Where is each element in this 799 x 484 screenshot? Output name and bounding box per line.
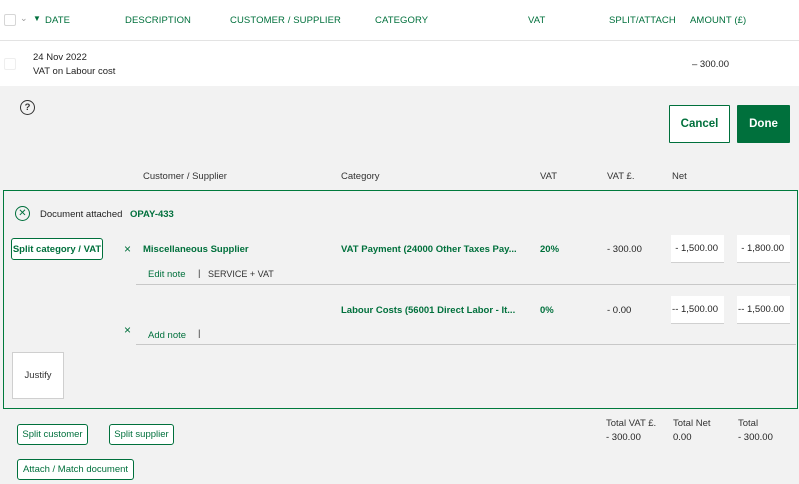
help-icon-glyph: ? — [24, 102, 31, 113]
split-category-vat-button[interactable]: Split category / VAT — [11, 238, 103, 260]
document-ref-link[interactable]: OPAY-433 — [130, 209, 174, 220]
line-1-divider — [136, 284, 796, 285]
line-2-vat-amount: - 0.00 — [607, 305, 632, 316]
transaction-date: 24 Nov 2022 — [33, 52, 87, 63]
column-header-split-attach[interactable]: SPLIT/ATTACH — [609, 15, 676, 26]
column-header-description[interactable]: DESCRIPTION — [125, 15, 191, 26]
split-supplier-button[interactable]: Split supplier — [109, 424, 174, 445]
line-2-divider — [136, 344, 796, 345]
line-2-category[interactable]: Labour Costs (56001 Direct Labor - It... — [341, 305, 515, 316]
split-header-category: Category — [341, 171, 380, 182]
attach-match-document-button[interactable]: Attach / Match document — [17, 459, 134, 480]
transaction-description: VAT on Labour cost — [33, 66, 116, 77]
justify-button-label: Justify — [24, 370, 52, 381]
column-header-customer-supplier[interactable]: CUSTOMER / SUPPLIER — [230, 15, 341, 26]
document-attached-label: Document attached — [40, 209, 123, 220]
line-2-vat[interactable]: 0% — [540, 305, 554, 316]
total-net-label: Total Net — [673, 418, 711, 429]
column-header-amount[interactable]: AMOUNT (£) — [690, 15, 746, 26]
column-header-vat[interactable]: VAT — [528, 15, 545, 26]
line-2-add-note-link[interactable]: Add note — [148, 330, 186, 341]
line-1-vat[interactable]: 20% — [540, 244, 559, 255]
split-header-vat: VAT — [540, 171, 558, 182]
line-1-net-input[interactable]: - 1,500.00 — [671, 235, 724, 263]
header-divider — [0, 40, 799, 41]
line-1-total-input[interactable]: - 1,800.00 — [737, 235, 790, 263]
note-separator: | — [198, 328, 201, 339]
split-customer-button[interactable]: Split customer — [17, 424, 88, 445]
help-icon[interactable]: ? — [20, 100, 35, 115]
split-header-customer-supplier: Customer / Supplier — [143, 171, 227, 182]
total-vat-label: Total VAT £. — [606, 418, 657, 429]
transaction-amount: – 300.00 — [692, 59, 729, 70]
total-net-value: 0.00 — [673, 432, 692, 443]
total-label: Total — [738, 418, 759, 429]
line-2-net-input[interactable]: -- 1,500.00 — [671, 296, 724, 324]
done-button[interactable]: Done — [737, 105, 790, 143]
line-1-vat-amount: - 300.00 — [607, 244, 642, 255]
column-header-category[interactable]: CATEGORY — [375, 15, 428, 26]
select-all-checkbox[interactable] — [4, 14, 16, 26]
line-1-edit-note-link[interactable]: Edit note — [148, 269, 186, 280]
total-vat-value: - 300.00 — [606, 432, 641, 443]
cancel-button[interactable]: Cancel — [669, 105, 730, 143]
row-checkbox[interactable] — [4, 58, 16, 70]
line-1-note-text: SERVICE + VAT — [208, 269, 274, 279]
note-separator: | — [198, 268, 201, 279]
remove-document-icon[interactable]: ✕ — [15, 206, 30, 221]
line-1-supplier[interactable]: Miscellaneous Supplier — [143, 244, 249, 255]
column-header-date[interactable]: DATE — [45, 15, 70, 26]
chevron-down-icon[interactable]: ⌄ — [20, 13, 28, 24]
remove-line-2-icon[interactable]: × — [124, 324, 131, 336]
total-value: - 300.00 — [738, 432, 773, 443]
line-2-total-input[interactable]: -- 1,500.00 — [737, 296, 790, 324]
split-header-vat-amount: VAT £. — [607, 171, 635, 182]
line-1-category[interactable]: VAT Payment (24000 Other Taxes Pay... — [341, 244, 517, 255]
split-header-net: Net — [672, 171, 687, 182]
justify-button[interactable]: Justify — [12, 352, 64, 399]
sort-down-icon[interactable]: ▼ — [33, 14, 41, 23]
remove-line-1-icon[interactable]: × — [124, 243, 131, 255]
